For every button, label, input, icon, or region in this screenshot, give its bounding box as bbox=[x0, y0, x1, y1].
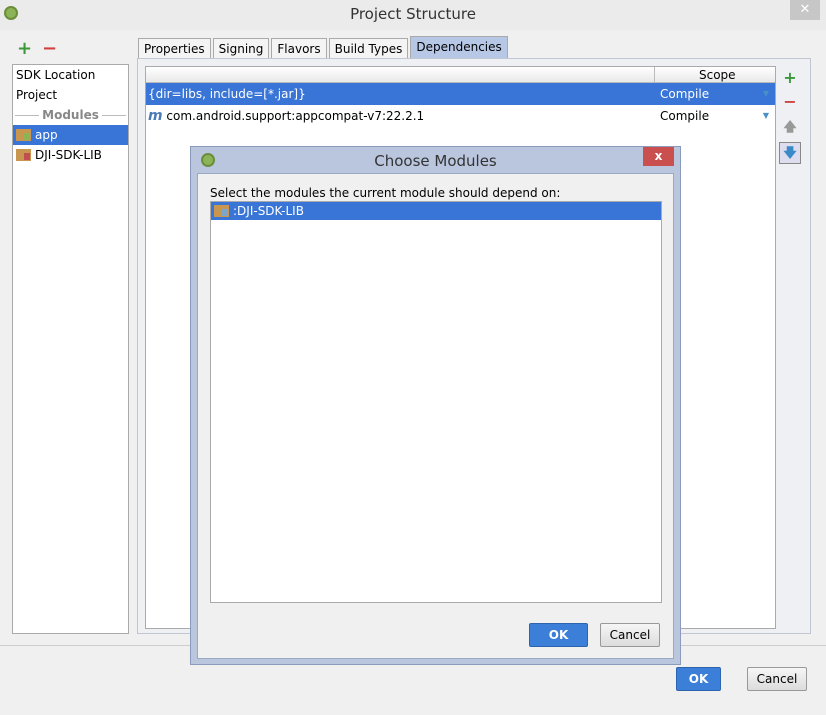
add-module-button[interactable]: + bbox=[17, 38, 32, 59]
module-folder-icon bbox=[214, 205, 229, 217]
add-dependency-button[interactable]: + bbox=[779, 67, 801, 89]
module-folder-icon bbox=[16, 129, 31, 141]
modules-header: Modules bbox=[13, 105, 128, 125]
module-list: :DJI-SDK-LIB bbox=[210, 201, 662, 603]
table-header: Scope bbox=[146, 67, 775, 83]
dialog-title: Choose Modules bbox=[374, 152, 497, 170]
move-up-button[interactable]: 🡅 bbox=[779, 117, 801, 139]
sidebar-item-dji-sdk-lib[interactable]: DJI-SDK-LIB bbox=[13, 145, 128, 165]
window-title: Project Structure bbox=[350, 5, 476, 23]
tab-properties[interactable]: Properties bbox=[138, 38, 211, 59]
chevron-down-icon[interactable]: ▼ bbox=[763, 105, 769, 127]
tab-signing[interactable]: Signing bbox=[212, 38, 270, 59]
tab-dependencies[interactable]: Dependencies bbox=[410, 36, 508, 59]
dialog-cancel-button[interactable]: Cancel bbox=[600, 623, 660, 647]
module-folder-icon bbox=[16, 149, 31, 161]
sidebar: SDK Location Project Modules app DJI-SDK… bbox=[12, 64, 129, 634]
dialog-ok-button[interactable]: OK bbox=[529, 623, 588, 647]
table-row[interactable]: m com.android.support:appcompat-v7:22.2.… bbox=[146, 105, 775, 127]
tab-build-types[interactable]: Build Types bbox=[328, 38, 409, 59]
dialog-body: Select the modules the current module sh… bbox=[197, 173, 674, 659]
choose-modules-dialog: Choose Modules x Select the modules the … bbox=[190, 146, 681, 665]
sidebar-item-sdk-location[interactable]: SDK Location bbox=[13, 65, 128, 85]
ok-button[interactable]: OK bbox=[676, 667, 721, 691]
scope-select[interactable]: Compile bbox=[660, 83, 709, 105]
dialog-prompt: Select the modules the current module sh… bbox=[210, 186, 561, 200]
window-close-button[interactable]: ✕ bbox=[790, 0, 820, 20]
dialog-close-button[interactable]: x bbox=[643, 147, 674, 166]
sidebar-item-app[interactable]: app bbox=[13, 125, 128, 145]
chevron-down-icon[interactable]: ▼ bbox=[763, 83, 769, 105]
scope-column-header[interactable]: Scope bbox=[699, 68, 736, 82]
cancel-button[interactable]: Cancel bbox=[747, 667, 807, 691]
sidebar-item-project[interactable]: Project bbox=[13, 85, 128, 105]
scope-select[interactable]: Compile bbox=[660, 105, 709, 127]
title-bar: Project Structure ✕ bbox=[0, 0, 826, 30]
remove-dependency-button[interactable]: − bbox=[779, 91, 801, 113]
table-row[interactable]: {dir=libs, include=[*.jar]} Compile ▼ bbox=[146, 83, 775, 105]
list-item[interactable]: :DJI-SDK-LIB bbox=[211, 202, 661, 220]
tab-bar: Properties Signing Flavors Build Types D… bbox=[138, 36, 508, 59]
dependency-name: {dir=libs, include=[*.jar]} bbox=[148, 87, 306, 101]
move-down-button[interactable]: 🡇 bbox=[779, 142, 801, 164]
tab-flavors[interactable]: Flavors bbox=[271, 38, 327, 59]
maven-icon: m bbox=[148, 108, 163, 124]
dependency-name: com.android.support:appcompat-v7:22.2.1 bbox=[166, 109, 425, 123]
remove-module-button[interactable]: − bbox=[42, 38, 57, 59]
